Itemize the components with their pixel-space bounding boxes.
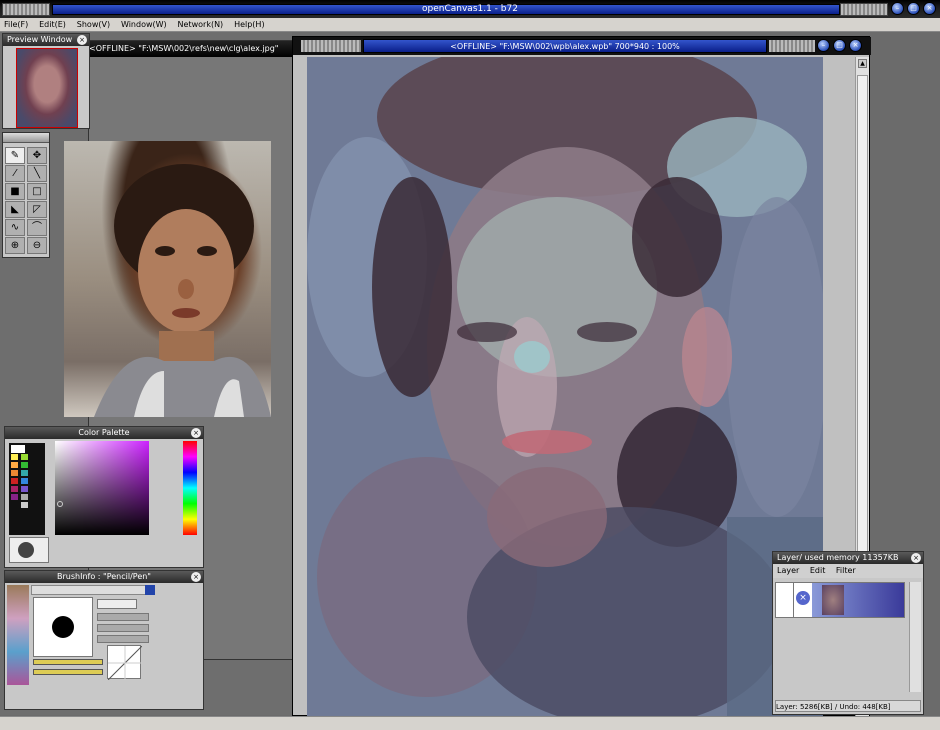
zoom-out-tool-icon[interactable]: ⊖ — [27, 237, 47, 254]
layer-menu-edit[interactable]: Edit — [806, 566, 830, 575]
painting-strokes — [307, 57, 823, 717]
line-tool-icon[interactable]: ╲ — [27, 165, 47, 182]
document-title: <OFFLINE> "F:\MSW\002\wpb\alex.wpb" 700*… — [363, 39, 767, 53]
layer-menu-filter[interactable]: Filter — [832, 566, 860, 575]
close-icon[interactable]: × — [911, 553, 921, 563]
swatch-green[interactable] — [21, 462, 28, 468]
swatch-light-gray[interactable] — [21, 502, 28, 508]
minimize-icon[interactable]: – — [817, 39, 830, 52]
swatch-violet[interactable] — [21, 486, 28, 492]
layer-menubar: Layer Edit Filter — [773, 564, 923, 578]
pressure-curve-graph — [107, 645, 143, 681]
scroll-up-icon[interactable]: ▲ — [858, 59, 867, 68]
pen-tool-icon[interactable]: ✎ — [5, 147, 25, 164]
swatch-yellow[interactable] — [11, 454, 18, 460]
layer-scrollbar[interactable] — [909, 582, 921, 692]
reference-title: <OFFLINE> "F:\MSW\002\refs\new\clg\alex.… — [89, 41, 292, 57]
swatch-orange[interactable] — [11, 462, 18, 468]
color-palette-panel: Color Palette × — [4, 426, 204, 568]
close-icon[interactable]: × — [191, 428, 201, 438]
color-picker-area[interactable] — [55, 441, 149, 535]
preview-title: Preview Window — [7, 35, 73, 44]
painting-canvas[interactable] — [307, 57, 823, 717]
eyedropper-tool-icon[interactable]: ⁄ — [5, 165, 25, 182]
color-picker-cursor[interactable] — [57, 501, 63, 507]
select-rect-tool-icon[interactable]: □ — [27, 183, 47, 200]
brush-info-titlebar: BrushInfo : "Pencil/Pen" × — [5, 571, 203, 583]
close-icon[interactable]: × — [77, 35, 87, 45]
swatch-blue[interactable] — [21, 478, 28, 484]
layer-panel: Layer/ used memory 11357KB × Layer Edit … — [772, 551, 924, 715]
lasso-fill-tool-icon[interactable]: ◣ — [5, 201, 25, 218]
swatch-white[interactable] — [11, 445, 25, 453]
zoom-in-tool-icon[interactable]: ⊕ — [5, 237, 25, 254]
lasso-tool-icon[interactable]: ◸ — [27, 201, 47, 218]
brush-type-strip[interactable] — [7, 585, 29, 685]
layer-status: Layer: 5286[KB] / Undo: 448[KB] — [775, 700, 921, 712]
document-titlebar: <OFFLINE> "F:\MSW\002\wpb\alex.wpb" 700*… — [293, 37, 871, 55]
brush-density-slider[interactable] — [33, 669, 103, 675]
brush-info-panel: BrushInfo : "Pencil/Pen" × — [4, 570, 204, 710]
move-tool-icon[interactable]: ✥ — [27, 147, 47, 164]
preview-window: Preview Window × — [2, 33, 90, 129]
polyline-tool-icon[interactable]: ⌒ — [27, 219, 47, 236]
brush-tip-dot — [52, 616, 74, 638]
doc-grip-right[interactable] — [769, 40, 815, 52]
save-icon[interactable] — [145, 585, 155, 595]
menu-file[interactable]: File(F) — [0, 18, 32, 32]
swatch-dark-orange[interactable] — [11, 470, 18, 476]
layer-thumbnail-image — [822, 585, 844, 615]
scroll-thumb[interactable] — [857, 75, 868, 605]
layer-thumbnail[interactable] — [812, 583, 904, 617]
current-color-box[interactable] — [9, 537, 49, 563]
preview-thumbnail[interactable] — [16, 48, 78, 128]
swatch-lime[interactable] — [21, 454, 28, 460]
layer-titlebar: Layer/ used memory 11357KB × — [773, 552, 923, 564]
pressure-curve[interactable] — [107, 645, 143, 681]
menu-help[interactable]: Help(H) — [230, 18, 269, 32]
maximize-icon[interactable]: □ — [833, 39, 846, 52]
layer-lock-icon[interactable]: × — [796, 591, 810, 605]
brush-size-selector[interactable] — [97, 599, 137, 609]
color-palette-titlebar: Color Palette × — [5, 427, 203, 439]
menu-show[interactable]: Show(V) — [73, 18, 114, 32]
color-swatches[interactable] — [9, 443, 45, 535]
swatch-magenta[interactable] — [11, 486, 18, 492]
menu-window[interactable]: Window(W) — [117, 18, 171, 32]
menubar: File(F) Edit(E) Show(V) Window(W) Networ… — [0, 18, 940, 32]
layer-row[interactable]: × — [775, 582, 905, 618]
curve-tool-icon[interactable]: ∿ — [5, 219, 25, 236]
menu-edit[interactable]: Edit(E) — [35, 18, 70, 32]
swatch-gray[interactable] — [21, 494, 28, 500]
hue-slider[interactable] — [183, 441, 197, 535]
swatch-teal[interactable] — [21, 470, 28, 476]
close-icon[interactable]: × — [191, 572, 201, 582]
status-bar — [0, 716, 940, 730]
doc-grip-left[interactable] — [301, 40, 361, 52]
app-titlebar: openCanvas1.1 - b72 – □ × — [0, 0, 940, 18]
fill-black-tool-icon[interactable]: ■ — [5, 183, 25, 200]
layer-title: Layer/ used memory 11357KB — [777, 553, 899, 562]
preview-titlebar: Preview Window × — [3, 34, 89, 46]
brush-info-title: BrushInfo : "Pencil/Pen" — [57, 572, 151, 581]
menu-network[interactable]: Network(N) — [174, 18, 228, 32]
toolbox-grip[interactable] — [3, 133, 49, 143]
swatch-purple[interactable] — [11, 494, 18, 500]
app-title: openCanvas1.1 - b72 — [422, 4, 518, 14]
layer-visibility-icon[interactable] — [776, 583, 794, 617]
swatch-red[interactable] — [11, 478, 18, 484]
color-palette-title: Color Palette — [78, 428, 130, 437]
brush-size-slider[interactable] — [33, 659, 103, 665]
current-color-dot — [18, 542, 34, 558]
reference-portrait — [94, 164, 271, 417]
brush-option-slider-1[interactable] — [97, 613, 149, 621]
layer-menu-layer[interactable]: Layer — [773, 566, 803, 575]
brush-preview — [33, 597, 93, 657]
brush-ruler[interactable] — [31, 585, 151, 595]
close-icon[interactable]: × — [849, 39, 862, 52]
toolbox: ✎ ✥ ⁄ ╲ ■ □ ◣ ◸ ∿ ⌒ ⊕ ⊖ — [2, 132, 50, 258]
reference-image — [64, 141, 271, 417]
brush-option-slider-3[interactable] — [97, 635, 149, 643]
brush-option-slider-2[interactable] — [97, 624, 149, 632]
